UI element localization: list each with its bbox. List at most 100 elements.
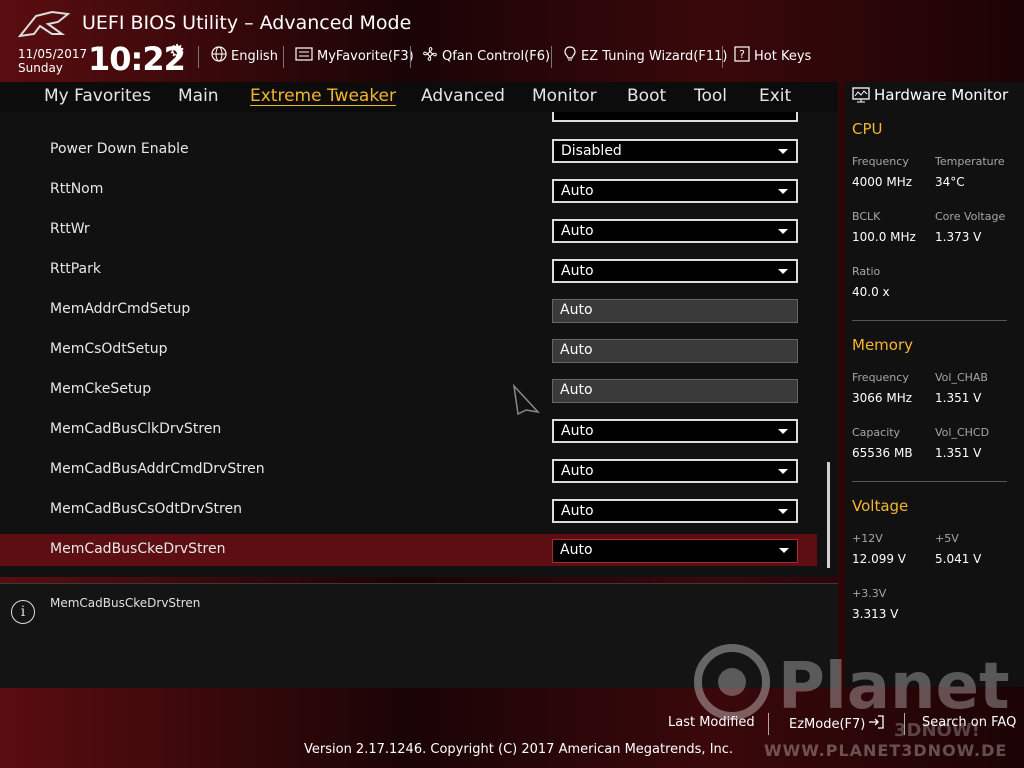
header-divider bbox=[198, 46, 199, 68]
tab-boot[interactable]: Boot bbox=[627, 86, 666, 106]
setting-dropdown[interactable]: Disabled bbox=[552, 139, 798, 163]
myfavorite-button[interactable]: MyFavorite(F3) bbox=[295, 46, 414, 66]
section-divider bbox=[852, 320, 1007, 321]
setting-label: RttWr bbox=[50, 221, 90, 237]
cpu-frequency-value: 4000 MHz bbox=[852, 175, 913, 189]
dropdown-value: Auto bbox=[560, 542, 593, 558]
tab-exit[interactable]: Exit bbox=[759, 86, 791, 106]
chevron-down-icon bbox=[778, 189, 788, 194]
header-divider bbox=[283, 46, 284, 68]
setting-dropdown[interactable]: Auto bbox=[552, 499, 798, 523]
tab-monitor[interactable]: Monitor bbox=[532, 86, 597, 106]
setting-row[interactable]: RttPark Auto bbox=[0, 254, 817, 286]
language-label: English bbox=[231, 48, 278, 64]
settings-dropdown-partial[interactable] bbox=[552, 112, 798, 122]
setting-label: MemCadBusCsOdtDrvStren bbox=[50, 501, 242, 517]
core-voltage-label: Core Voltage bbox=[935, 210, 1006, 223]
v12-value: 12.099 V bbox=[852, 552, 907, 566]
tab-my-favorites[interactable]: My Favorites bbox=[44, 86, 151, 106]
header-divider bbox=[551, 46, 552, 68]
v12-label: +12V bbox=[852, 532, 883, 545]
language-button[interactable]: English bbox=[211, 46, 278, 66]
vol-chcd-label: Vol_CHCD bbox=[935, 426, 990, 439]
info-icon: i bbox=[11, 600, 35, 624]
footer-divider bbox=[904, 713, 905, 735]
setting-row: MemAddrCmdSetup Auto bbox=[0, 294, 817, 326]
setting-row[interactable]: MemCadBusCsOdtDrvStren Auto bbox=[0, 494, 817, 526]
setting-dropdown[interactable]: Auto bbox=[552, 219, 798, 243]
v33-value: 3.313 V bbox=[852, 607, 899, 621]
setting-row: MemCsOdtSetup Auto bbox=[0, 334, 817, 366]
favorite-icon bbox=[295, 47, 313, 65]
setting-label: MemCkeSetup bbox=[50, 381, 152, 397]
hardware-monitor-title: Hardware Monitor bbox=[852, 86, 1008, 104]
cpu-temperature-label: Temperature bbox=[935, 155, 1005, 168]
gear-icon[interactable]: ⚙ bbox=[169, 41, 185, 62]
fan-icon bbox=[422, 46, 438, 66]
last-modified-button[interactable]: Last Modified bbox=[668, 715, 755, 730]
qfan-control-button[interactable]: Qfan Control(F6) bbox=[422, 46, 550, 66]
setting-label: RttPark bbox=[50, 261, 101, 277]
dropdown-value: Disabled bbox=[561, 143, 622, 159]
memory-frequency-value: 3066 MHz bbox=[852, 391, 913, 405]
v33-label: +3.3V bbox=[852, 587, 887, 600]
search-faq-button[interactable]: Search on FAQ bbox=[922, 715, 1016, 730]
setting-label: RttNom bbox=[50, 181, 104, 197]
footer: Last Modified EzMode(F7) Search on FAQ V… bbox=[0, 687, 1024, 768]
hot-keys-button[interactable]: ? Hot Keys bbox=[734, 46, 811, 66]
setting-label: MemCadBusCkeDrvStren bbox=[50, 541, 226, 557]
hardware-monitor-panel: Hardware Monitor CPU Frequency Temperatu… bbox=[845, 82, 1024, 687]
tab-advanced[interactable]: Advanced bbox=[421, 86, 505, 106]
cpu-section-title: CPU bbox=[852, 120, 883, 138]
setting-row[interactable]: RttNom Auto bbox=[0, 174, 817, 206]
hot-keys-label: Hot Keys bbox=[754, 48, 812, 64]
setting-row-selected[interactable]: MemCadBusCkeDrvStren Auto bbox=[0, 534, 817, 566]
chevron-down-icon bbox=[778, 429, 788, 434]
setting-readonly-field: Auto bbox=[552, 299, 798, 323]
cpu-temperature-value: 34°C bbox=[935, 175, 965, 189]
chevron-down-icon bbox=[778, 149, 788, 154]
ezmode-button[interactable]: EzMode(F7) bbox=[789, 715, 885, 733]
bclk-label: BCLK bbox=[852, 210, 881, 223]
setting-dropdown[interactable]: Auto bbox=[552, 459, 798, 483]
ez-tuning-wizard-button[interactable]: EZ Tuning Wizard(F11) bbox=[563, 46, 727, 66]
day-text: Sunday bbox=[18, 61, 63, 75]
bclk-value: 100.0 MHz bbox=[852, 230, 916, 244]
ezmode-label: EzMode(F7) bbox=[789, 716, 866, 732]
tab-extreme-tweaker[interactable]: Extreme Tweaker bbox=[250, 86, 396, 106]
header-divider bbox=[722, 46, 723, 68]
voltage-section-title: Voltage bbox=[852, 497, 909, 515]
setting-row[interactable]: RttWr Auto bbox=[0, 214, 817, 246]
dropdown-value: Auto bbox=[561, 463, 594, 479]
header: UEFI BIOS Utility – Advanced Mode 11/05/… bbox=[0, 0, 1024, 82]
tab-tool[interactable]: Tool bbox=[694, 86, 727, 106]
core-voltage-value: 1.373 V bbox=[935, 230, 982, 244]
exit-arrow-icon bbox=[868, 715, 885, 733]
monitor-icon bbox=[852, 87, 870, 103]
setting-label: MemCadBusAddrCmdDrvStren bbox=[50, 461, 265, 477]
setting-label: MemAddrCmdSetup bbox=[50, 301, 191, 317]
scrollbar-thumb[interactable] bbox=[827, 462, 830, 568]
bulb-icon bbox=[563, 46, 577, 66]
ratio-label: Ratio bbox=[852, 265, 881, 278]
setting-dropdown[interactable]: Auto bbox=[552, 179, 798, 203]
chevron-down-icon bbox=[778, 269, 788, 274]
tab-main[interactable]: Main bbox=[178, 86, 219, 106]
setting-dropdown[interactable]: Auto bbox=[552, 419, 798, 443]
chevron-down-icon bbox=[778, 229, 788, 234]
setting-dropdown[interactable]: Auto bbox=[552, 539, 798, 563]
memory-section-title: Memory bbox=[852, 336, 914, 354]
header-divider bbox=[410, 46, 411, 68]
setting-row[interactable]: MemCadBusClkDrvStren Auto bbox=[0, 414, 817, 446]
dropdown-value: Auto bbox=[560, 342, 593, 358]
section-divider bbox=[852, 481, 1007, 482]
help-text: MemCadBusCkeDrvStren bbox=[50, 596, 201, 610]
setting-row[interactable]: Power Down Enable Disabled bbox=[0, 134, 817, 166]
copyright-text: Version 2.17.1246. Copyright (C) 2017 Am… bbox=[304, 742, 734, 757]
setting-dropdown[interactable]: Auto bbox=[552, 259, 798, 283]
setting-row[interactable]: MemCadBusAddrCmdDrvStren Auto bbox=[0, 454, 817, 486]
setting-label: Power Down Enable bbox=[50, 141, 189, 157]
cpu-frequency-label: Frequency bbox=[852, 155, 909, 168]
footer-divider bbox=[768, 713, 769, 735]
date-display: 11/05/2017 Sunday bbox=[18, 47, 87, 75]
